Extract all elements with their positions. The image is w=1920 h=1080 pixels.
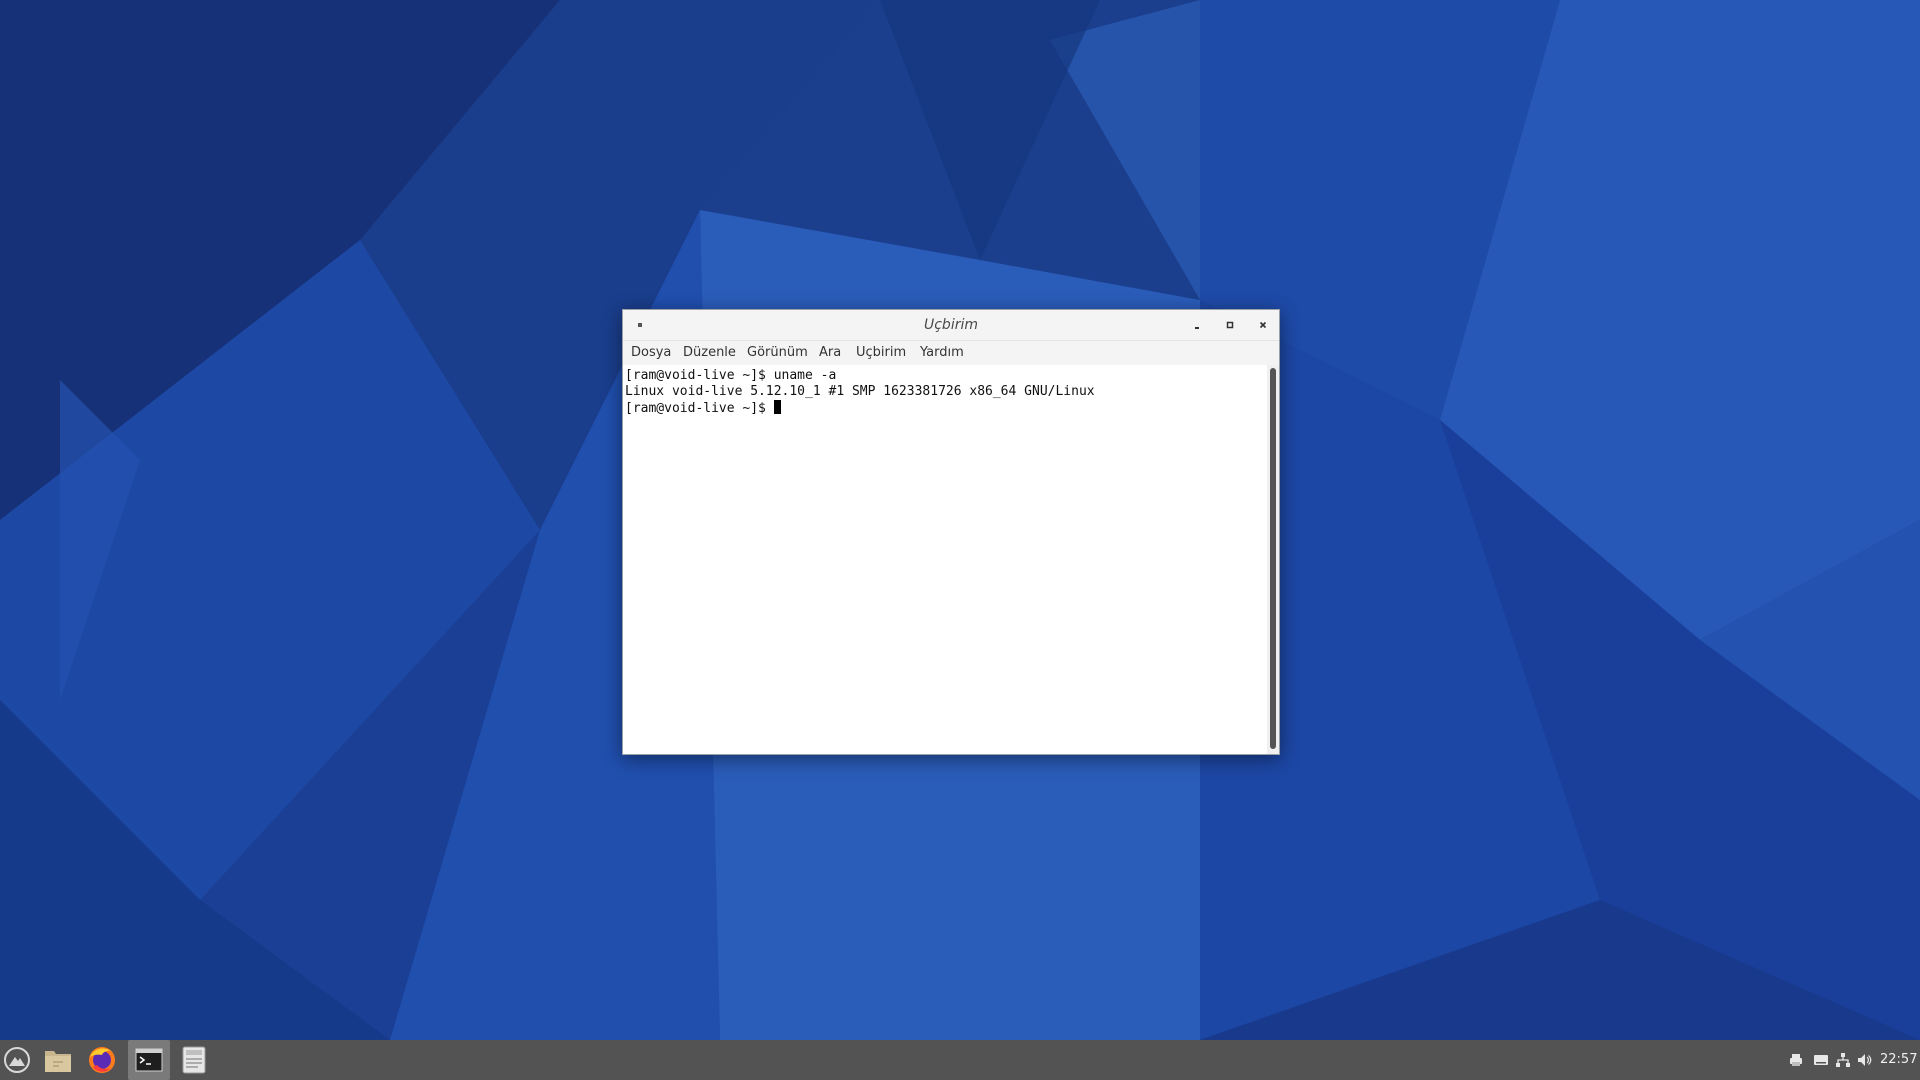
terminal-prompt: [ram@void-live ~]$ xyxy=(625,401,774,416)
menu-bar: Dosya Düzenle Görünüm Ara Uçbirim Yardım xyxy=(623,341,1279,365)
network-icon[interactable] xyxy=(1835,1052,1851,1068)
volume-icon[interactable] xyxy=(1856,1052,1872,1068)
maximize-icon xyxy=(1226,321,1234,329)
app-menu-icon xyxy=(4,1047,30,1073)
text-editor-icon xyxy=(182,1046,206,1074)
menu-duzenle[interactable]: Düzenle xyxy=(683,341,736,365)
scrollbar-thumb[interactable] xyxy=(1270,368,1276,749)
menu-yardim[interactable]: Yardım xyxy=(920,341,964,365)
terminal-icon xyxy=(135,1048,163,1072)
keyboard-icon[interactable] xyxy=(1813,1052,1829,1068)
app-menu-button[interactable] xyxy=(0,1040,34,1080)
terminal-prompt-line: [ram@void-live ~]$ xyxy=(625,400,1265,416)
menu-gorunum[interactable]: Görünüm xyxy=(747,341,808,365)
scrollbar[interactable] xyxy=(1267,365,1279,754)
window-titlebar[interactable]: Uçbirim xyxy=(623,310,1279,341)
close-button[interactable] xyxy=(1255,317,1271,333)
file-manager-icon xyxy=(45,1051,71,1072)
window-title: Uçbirim xyxy=(923,317,978,333)
firefox-button[interactable] xyxy=(82,1040,122,1080)
terminal-line: Linux void-live 5.12.10_1 #1 SMP 1623381… xyxy=(625,384,1095,399)
terminal-line: [ram@void-live ~]$ uname -a xyxy=(625,368,837,383)
terminal-window[interactable]: Uçbirim Dosya Düzenle Görünüm Ara Uçbiri… xyxy=(622,309,1280,755)
file-manager-button[interactable] xyxy=(38,1040,78,1080)
close-icon xyxy=(1259,321,1267,329)
menu-ara[interactable]: Ara xyxy=(819,341,841,365)
menu-ucbirim[interactable]: Uçbirim xyxy=(856,341,906,365)
printer-icon[interactable] xyxy=(1788,1052,1804,1068)
firefox-icon xyxy=(89,1047,115,1073)
maximize-button[interactable] xyxy=(1222,317,1238,333)
taskbar: 22:57 xyxy=(0,1040,1920,1080)
menu-dosya[interactable]: Dosya xyxy=(631,341,671,365)
terminal-task-button[interactable] xyxy=(128,1040,170,1080)
text-editor-button[interactable] xyxy=(174,1040,214,1080)
desktop: Uçbirim Dosya Düzenle Görünüm Ara Uçbiri… xyxy=(0,0,1920,1040)
minimize-button[interactable] xyxy=(1189,317,1205,333)
text-cursor xyxy=(773,400,781,414)
minimize-icon xyxy=(1195,327,1199,329)
clock[interactable]: 22:57 xyxy=(1880,1040,1920,1080)
terminal-output[interactable]: [ram@void-live ~]$ uname -a Linux void-li… xyxy=(623,365,1267,754)
